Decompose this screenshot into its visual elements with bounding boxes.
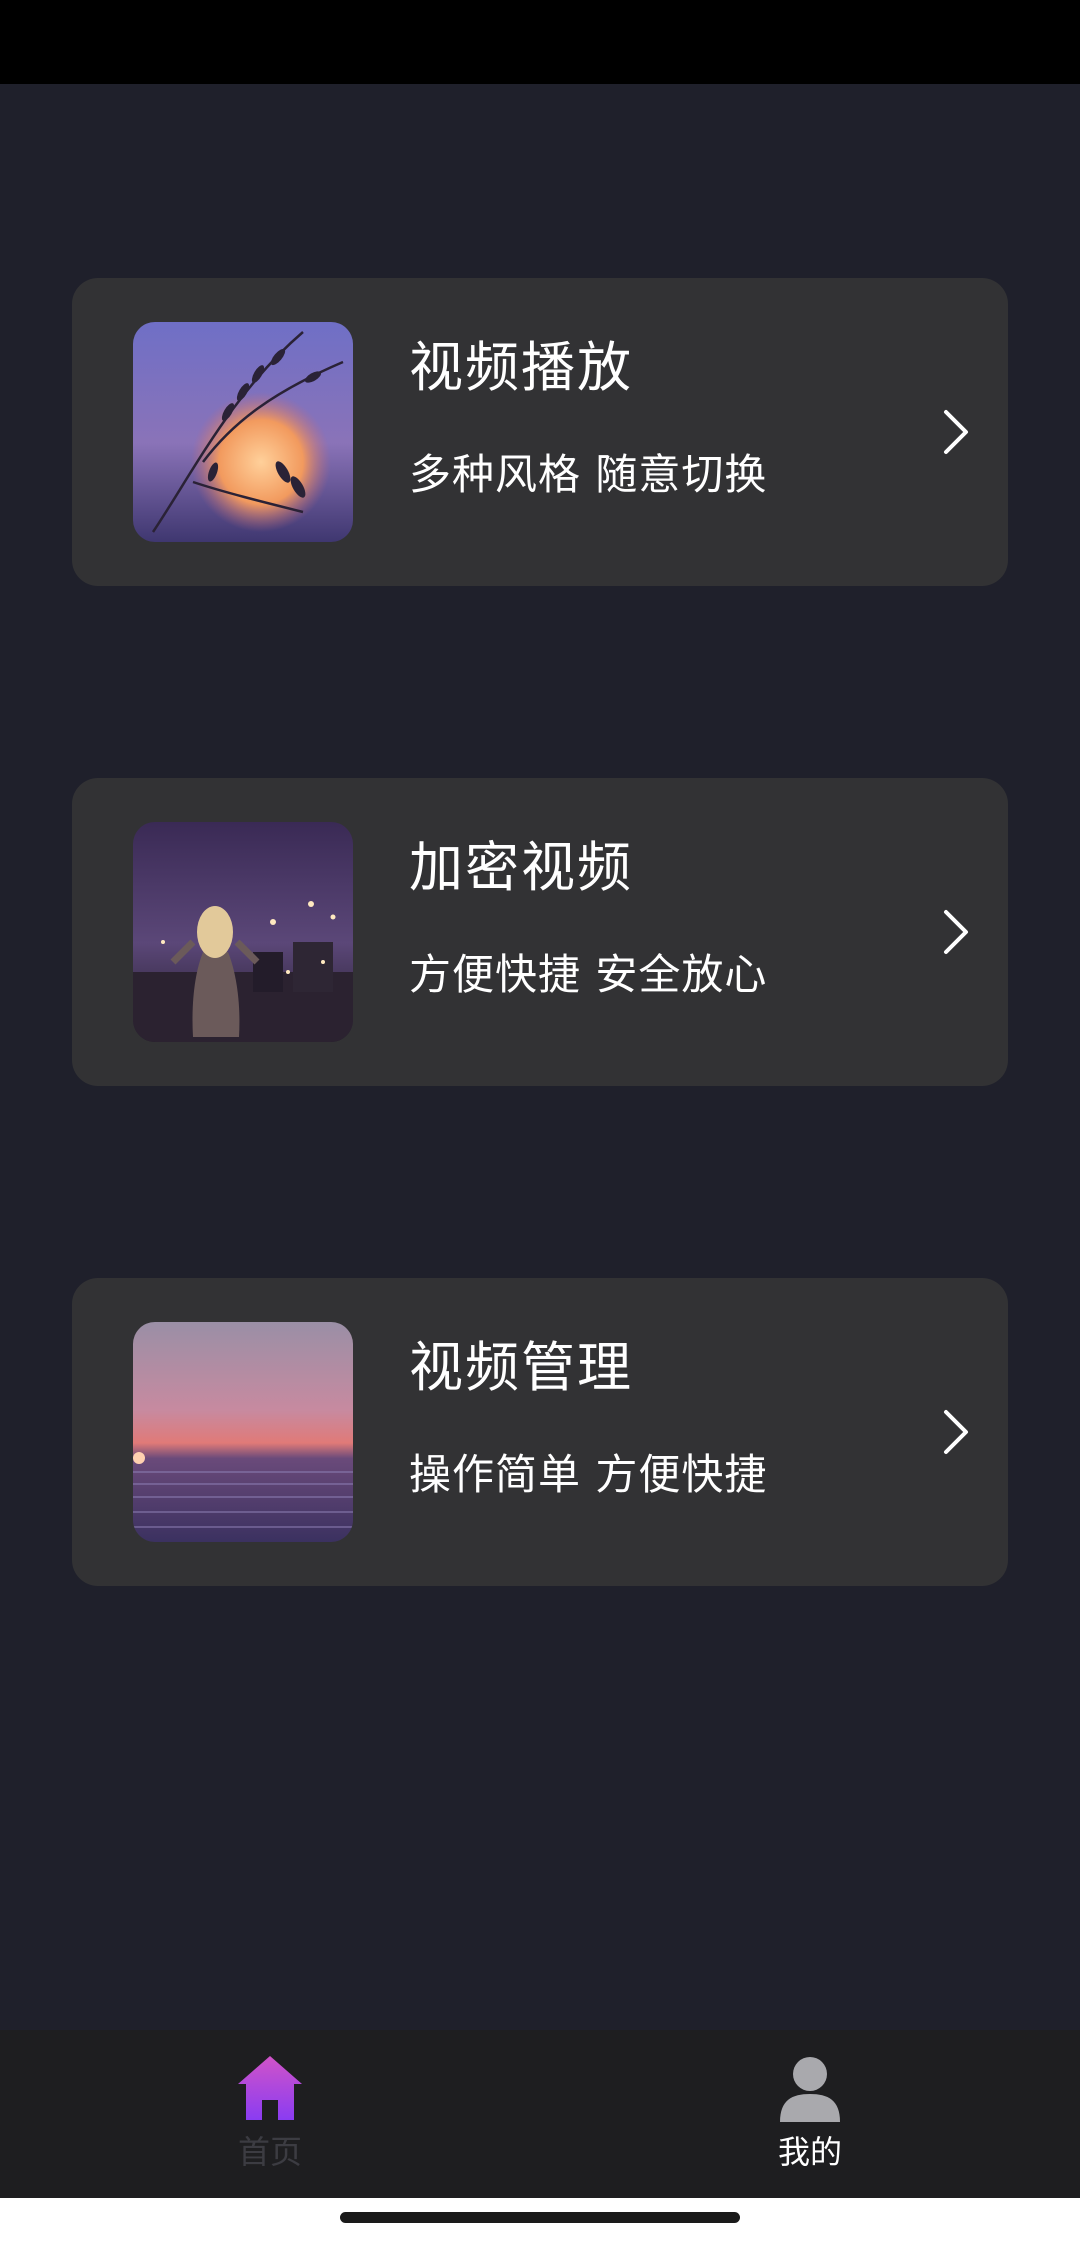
chevron-right-icon[interactable]	[938, 404, 974, 460]
house-icon	[238, 2056, 302, 2120]
card-subtitle: 操作简单 方便快捷	[409, 1450, 768, 1499]
tab-home[interactable]: 首页	[120, 2030, 420, 2198]
tab-home-label: 首页	[237, 2133, 302, 2171]
home-indicator[interactable]	[340, 2212, 740, 2223]
video-play-card[interactable]: 视频播放 多种风格 随意切换	[72, 278, 1008, 586]
chevron-right-icon[interactable]	[938, 904, 974, 960]
card-title: 视频管理	[409, 1336, 633, 1399]
person-icon	[780, 2057, 840, 2122]
sea-sunset-thumbnail	[133, 1322, 353, 1542]
video-management-card[interactable]: 视频管理 操作简单 方便快捷	[72, 1278, 1008, 1586]
card-title: 加密视频	[409, 836, 633, 899]
card-subtitle: 方便快捷 安全放心	[409, 950, 768, 999]
chevron-right-icon[interactable]	[938, 1404, 974, 1460]
tab-mine-label: 我的	[777, 2133, 842, 2171]
woman-city-night-thumbnail	[133, 822, 353, 1042]
system-navigation-area	[0, 2198, 1080, 2244]
grass-sunset-thumbnail	[133, 322, 353, 542]
card-title: 视频播放	[409, 336, 633, 399]
card-subtitle: 多种风格 随意切换	[409, 450, 768, 499]
tab-mine[interactable]: 我的	[660, 2030, 960, 2198]
bottom-tab-bar: 首页 我的	[0, 2030, 1080, 2198]
encrypted-video-card[interactable]: 加密视频 方便快捷 安全放心	[72, 778, 1008, 1086]
status-bar	[0, 0, 1080, 84]
